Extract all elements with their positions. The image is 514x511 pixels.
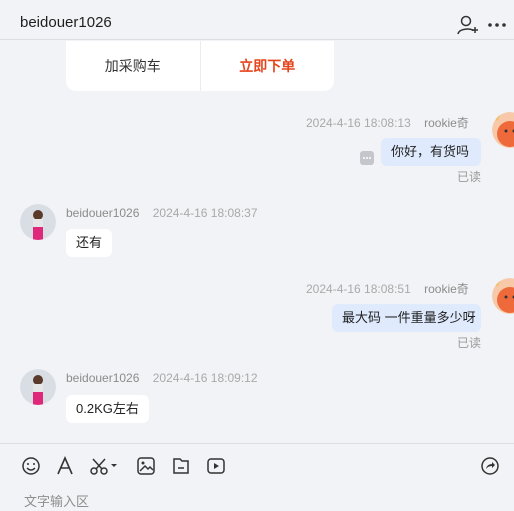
read-status: 已读	[456, 170, 481, 184]
add-to-cart-button[interactable]: 加采购车	[66, 41, 201, 91]
share-icon[interactable]	[480, 456, 500, 476]
message-bubble[interactable]: 0.2KG左右	[66, 395, 149, 423]
message-meta: 2024-4-16 18:08:51 rookie奇	[306, 280, 469, 297]
sender-name: beidouer1026	[66, 371, 140, 385]
message-time: 2024-4-16 18:08:37	[152, 206, 258, 220]
message-bubble[interactable]: 还有	[66, 229, 113, 257]
avatar[interactable]	[492, 278, 514, 314]
cow-avatar-icon	[492, 112, 514, 148]
message-time: 2024-4-16 18:09:12	[152, 371, 258, 385]
font-icon[interactable]	[55, 456, 75, 476]
user-avatar-icon	[20, 369, 56, 405]
message-meta: beidouer1026 2024-4-16 18:09:12	[66, 371, 258, 385]
sender-name: beidouer1026	[66, 206, 140, 220]
scissors-icon[interactable]	[90, 456, 120, 476]
more-icon[interactable]	[486, 14, 508, 36]
read-status: 已读	[456, 336, 481, 350]
message-input[interactable]: 文字输入区	[24, 491, 89, 510]
message-bubble[interactable]: 最大码 一件重量多少呀	[332, 304, 481, 332]
file-icon[interactable]	[171, 456, 191, 476]
message-time: 2024-4-16 18:08:51	[306, 282, 411, 296]
sender-name: rookie奇	[424, 282, 469, 296]
message-meta: beidouer1026 2024-4-16 18:08:37	[66, 206, 258, 220]
chat-header: beidouer1026	[0, 0, 514, 40]
user-avatar-icon	[20, 204, 56, 240]
emoji-icon[interactable]	[21, 456, 41, 476]
message-time: 2024-4-16 18:08:13	[306, 116, 411, 130]
message-menu-icon[interactable]	[360, 151, 374, 165]
message-bubble[interactable]: 你好，有货吗	[381, 138, 481, 166]
image-icon[interactable]	[136, 456, 156, 476]
add-contact-icon[interactable]	[456, 14, 478, 36]
message-meta: 2024-4-16 18:08:13 rookie奇	[306, 114, 469, 131]
cow-avatar-icon	[492, 278, 514, 314]
input-toolbar: 文字输入区	[0, 443, 514, 511]
avatar[interactable]	[20, 369, 56, 405]
video-icon[interactable]	[206, 456, 226, 476]
chat-title: beidouer1026	[20, 14, 112, 31]
avatar[interactable]	[492, 112, 514, 148]
order-card: 加采购车 立即下单	[66, 41, 334, 91]
avatar[interactable]	[20, 204, 56, 240]
sender-name: rookie奇	[424, 116, 469, 130]
buy-now-button[interactable]: 立即下单	[201, 41, 335, 91]
